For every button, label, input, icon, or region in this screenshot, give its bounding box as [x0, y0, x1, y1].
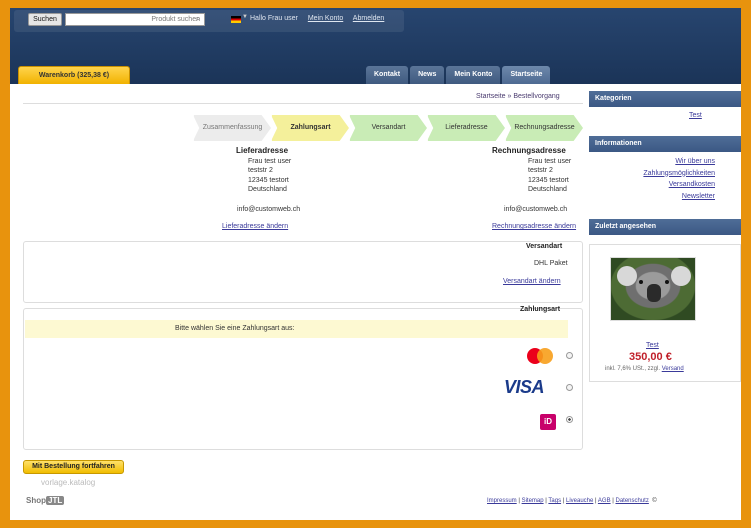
product-tax-note: inkl. 7,6% USt., zzgl. Versand: [605, 366, 684, 372]
search-input[interactable]: Produkt suchen: [65, 13, 205, 26]
shipping-method-change-link[interactable]: Versandart ändern: [503, 278, 561, 285]
my-account-link[interactable]: Mein Konto: [308, 15, 343, 22]
tab-kontakt[interactable]: Kontakt: [366, 66, 409, 84]
jtl-logo: Shop JTL: [26, 496, 65, 505]
search-button[interactable]: Suchen: [28, 13, 62, 26]
info-header: Informationen: [589, 136, 741, 152]
step-rechnungsadresse[interactable]: Rechnungsadresse: [505, 115, 583, 141]
billing-change-link[interactable]: Rechnungsadresse ändern: [492, 223, 576, 230]
tab-news[interactable]: News: [410, 66, 445, 84]
footer-link[interactable]: Tags: [548, 498, 561, 504]
flag-icon[interactable]: [231, 16, 241, 23]
footer-link[interactable]: Impressum: [487, 498, 517, 504]
info-list: Wir über uns Zahlungsmöglichkeiten Versa…: [589, 156, 715, 202]
payment-prompt: Bitte wählen Sie eine Zahlungsart aus:: [25, 320, 568, 338]
shipping-name: Frau test user: [248, 157, 292, 165]
billing-street: teststr 2: [528, 167, 553, 174]
top-bar: Suchen Produkt suchen ⌕ ▼ Hallo Frau use…: [14, 10, 404, 32]
divider: [23, 103, 583, 104]
shipping-country: Deutschland: [248, 186, 287, 193]
tab-mein-konto[interactable]: Mein Konto: [446, 66, 501, 84]
billing-city: 12345 testort: [528, 176, 569, 184]
step-zahlungsart: Zahlungsart: [271, 115, 349, 141]
header: Suchen Produkt suchen ⌕ ▼ Hallo Frau use…: [10, 8, 741, 84]
step-lieferadresse[interactable]: Lieferadresse: [427, 115, 505, 141]
info-link[interactable]: Zahlungsmöglichkeiten: [589, 168, 715, 180]
mastercard-icon[interactable]: [527, 348, 555, 364]
chevron-down-icon[interactable]: ▼: [242, 14, 248, 20]
payment-title: Zahlungsart: [520, 306, 561, 313]
info-link[interactable]: Wir über uns: [589, 156, 715, 168]
recent-header: Zuletzt angesehen: [589, 219, 741, 235]
category-link[interactable]: Test: [689, 110, 702, 122]
copyright: ©: [652, 498, 657, 504]
koala-eye: [639, 280, 643, 284]
product-tax: inkl. 7,6% USt., zzgl.: [605, 366, 661, 372]
shipping-method-value: DHL Paket: [534, 260, 568, 267]
koala-eye: [665, 280, 669, 284]
info-link[interactable]: Versandkosten: [589, 179, 715, 191]
logout-link[interactable]: Abmelden: [353, 15, 385, 22]
footer-link[interactable]: Liveauche: [566, 498, 593, 504]
step-versandart[interactable]: Versandart: [349, 115, 427, 141]
koala-ear: [671, 266, 691, 286]
step-zusammenfassung: Zusammenfassung: [193, 115, 271, 141]
shipping-change-link[interactable]: Lieferadresse ändern: [222, 223, 288, 230]
product-name[interactable]: Test: [646, 342, 659, 349]
footer-link[interactable]: Sitemap: [522, 498, 544, 504]
visa-icon[interactable]: VISA: [504, 377, 545, 398]
continue-button[interactable]: Mit Bestellung fortfahren: [23, 460, 124, 474]
greeting: Hallo Frau user: [250, 15, 298, 22]
categories-list: Test: [589, 110, 702, 122]
product-image[interactable]: [610, 257, 696, 321]
shipping-street: teststr 2: [248, 167, 273, 174]
shipping-info-link[interactable]: Versand: [662, 366, 684, 372]
billing-name: Frau test user: [528, 157, 572, 165]
cart-button[interactable]: Warenkorb (325,38 €): [18, 66, 130, 84]
radio-ideal[interactable]: [566, 416, 573, 423]
main-nav: Kontakt News Mein Konto Startseite: [366, 66, 551, 84]
shipping-method-title: Versandart: [526, 243, 563, 250]
radio-visa[interactable]: [566, 384, 573, 391]
shipping-method-box: [23, 241, 583, 303]
jtl-suffix: Shop: [26, 496, 46, 505]
breadcrumb[interactable]: Startseite » Bestellvorgang: [476, 93, 580, 100]
billing-country: Deutschland: [528, 186, 567, 193]
footer-link[interactable]: Datenschutz: [615, 498, 648, 504]
jtl-brand: JTL: [46, 496, 65, 505]
shipping-address-title: Lieferadresse: [236, 146, 289, 155]
page-frame: Suchen Produkt suchen ⌕ ▼ Hallo Frau use…: [10, 8, 741, 520]
footer-links: Impressum | Sitemap | Tags | Liveauche |…: [487, 498, 657, 504]
billing-address: Rechnungsadresse Frau test user teststr …: [492, 146, 582, 232]
koala-ear: [617, 266, 637, 286]
shipping-city: 12345 testort: [248, 176, 289, 184]
koala-nose: [647, 284, 661, 302]
info-link[interactable]: Newsletter: [589, 191, 715, 203]
search-icon[interactable]: ⌕: [196, 14, 200, 24]
ideal-icon[interactable]: iD: [540, 414, 556, 430]
shipping-address: Lieferadresse Frau test user teststr 2 1…: [222, 146, 312, 232]
billing-email: info@customweb.ch: [504, 205, 568, 213]
billing-title: Rechnungsadresse: [492, 146, 566, 155]
tab-startseite[interactable]: Startseite: [502, 66, 551, 84]
checkout-steps: Zusammenfassung Zahlungsart Versandart L…: [193, 115, 583, 141]
watermark: vorlage.katalog: [41, 478, 96, 487]
footer-link[interactable]: AGB: [598, 498, 611, 504]
top-links: Hallo Frau user Mein Konto Abmelden: [250, 15, 392, 22]
radio-mastercard[interactable]: [566, 352, 573, 359]
shipping-email: info@customweb.ch: [237, 205, 301, 213]
categories-header: Kategorien: [589, 91, 741, 107]
product-price: 350,00 €: [629, 351, 672, 363]
